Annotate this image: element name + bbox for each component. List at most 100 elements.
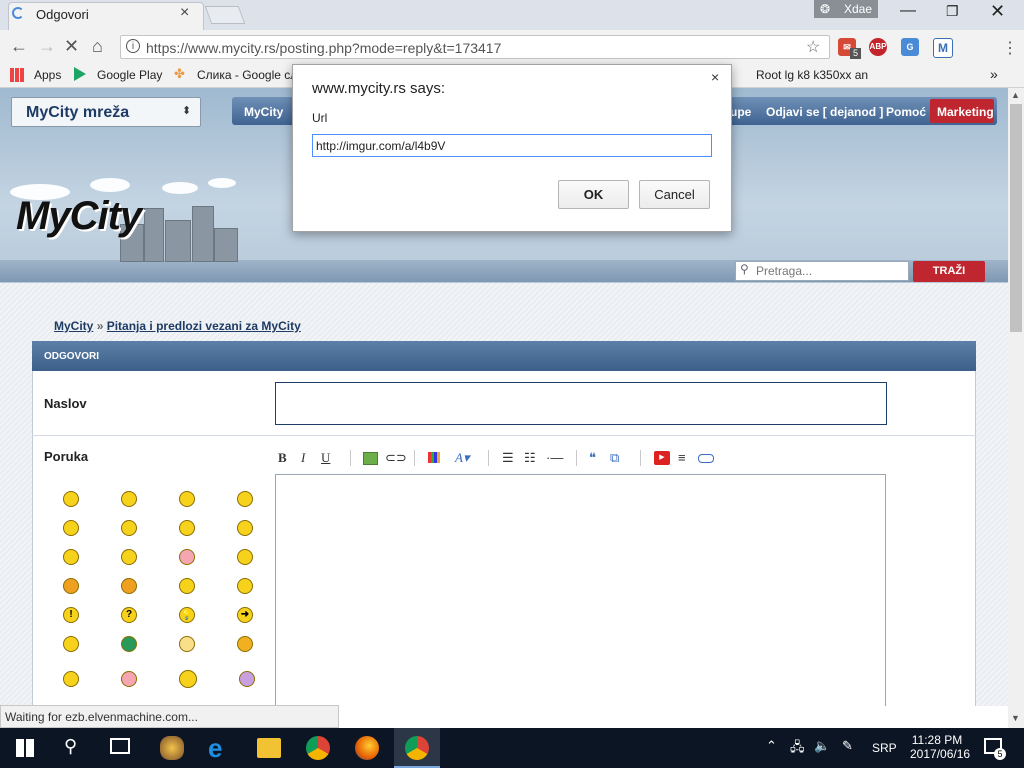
smiley-icon[interactable] <box>121 636 137 652</box>
bookmark-root-lg[interactable]: Root lg k8 k350xx an <box>756 68 868 82</box>
smiley-icon[interactable] <box>179 520 195 536</box>
align-center-icon[interactable]: ≡ <box>678 450 686 465</box>
message-textarea[interactable] <box>275 474 886 706</box>
horizontal-rule-icon[interactable]: ·— <box>546 450 563 465</box>
nav-groups[interactable]: upe <box>730 105 751 119</box>
clock[interactable]: 11:28 PM 2017/06/16 <box>910 733 970 761</box>
chrome-active-icon[interactable] <box>405 736 429 760</box>
nav-logout[interactable]: Odjavi se [ dejanod ] <box>766 105 883 119</box>
smiley-icon[interactable] <box>179 549 195 565</box>
bookmark-google-images[interactable]: Слика - Google сл <box>197 68 297 82</box>
chrome-icon[interactable] <box>306 736 330 760</box>
adblock-icon[interactable]: ABP <box>869 38 887 56</box>
spoiler-icon[interactable] <box>698 454 714 463</box>
smiley-icon[interactable] <box>237 578 253 594</box>
arrow-icon[interactable]: ➜ <box>237 607 253 623</box>
new-tab-button[interactable] <box>204 6 246 24</box>
translate-icon[interactable]: G <box>901 38 919 56</box>
dialog-close-icon[interactable]: × <box>711 69 719 85</box>
smiley-icon[interactable] <box>121 520 137 536</box>
idea-icon[interactable]: 💡 <box>179 607 195 623</box>
smiley-icon[interactable] <box>179 670 197 688</box>
smiley-icon[interactable] <box>121 578 137 594</box>
subject-input[interactable] <box>275 382 887 425</box>
home-icon[interactable]: ⌂ <box>92 36 103 57</box>
search-taskbar-icon[interactable]: ⚲ <box>64 736 77 757</box>
bookmark-google-play[interactable]: Google Play <box>97 68 162 82</box>
paint-app-icon[interactable] <box>160 736 184 760</box>
breadcrumb-home[interactable]: MyCity <box>54 319 93 333</box>
smiley-icon[interactable] <box>179 636 195 652</box>
smiley-icon[interactable] <box>121 671 137 687</box>
smiley-icon[interactable] <box>179 491 195 507</box>
smiley-icon[interactable] <box>63 636 79 652</box>
tab-close-icon[interactable]: × <box>180 4 189 22</box>
pen-icon[interactable]: ✎ <box>842 738 853 754</box>
youtube-icon[interactable]: ▶ <box>654 451 670 465</box>
link-icon[interactable]: ⊂⊃ <box>385 450 407 466</box>
breadcrumb-separator: » <box>96 319 104 333</box>
smiley-icon[interactable] <box>63 491 79 507</box>
bullet-list-icon[interactable]: ☰ <box>502 450 514 466</box>
numbered-list-icon[interactable]: ☷ <box>524 450 536 466</box>
stop-loading-icon[interactable]: ✕ <box>64 36 79 57</box>
smiley-icon[interactable] <box>121 491 137 507</box>
italic-button[interactable]: I <box>301 450 305 466</box>
network-icon[interactable]: 🖧 <box>790 738 805 760</box>
smiley-icon[interactable] <box>237 636 253 652</box>
image-icon[interactable] <box>363 452 378 465</box>
bookmarks-overflow[interactable]: » <box>990 66 998 82</box>
smiley-icon[interactable] <box>237 549 253 565</box>
menu-icon[interactable]: ⋮ <box>1002 38 1018 58</box>
edge-browser-icon[interactable]: e <box>208 735 232 761</box>
scrollbar-thumb[interactable] <box>1010 104 1022 332</box>
breadcrumb: MyCity » Pitanja i predlozi vezani za My… <box>54 319 301 333</box>
windows-start-icon[interactable] <box>16 739 34 757</box>
color-picker-icon[interactable] <box>428 452 440 463</box>
font-icon[interactable]: A▾ <box>455 450 469 466</box>
exclamation-icon[interactable]: ! <box>63 607 79 623</box>
bold-button[interactable]: B <box>278 450 287 466</box>
scroll-up-icon[interactable]: ▲ <box>1011 90 1020 100</box>
task-view-icon[interactable] <box>110 738 130 754</box>
volume-icon[interactable]: 🔈 <box>814 738 830 754</box>
dialog-ok-button[interactable]: OK <box>558 180 629 209</box>
smiley-icon[interactable] <box>179 578 195 594</box>
search-button[interactable]: TRAŽI <box>913 261 985 282</box>
google-play-icon <box>74 67 86 81</box>
site-logo[interactable]: MyCity <box>16 194 142 239</box>
smiley-icon[interactable] <box>237 491 253 507</box>
nav-help[interactable]: Pomoć <box>886 105 926 119</box>
quote-icon[interactable]: ❝ <box>589 450 596 466</box>
nav-mycity[interactable]: MyCity <box>244 105 283 119</box>
language-indicator[interactable]: SRP <box>872 741 897 755</box>
scroll-down-icon[interactable]: ▼ <box>1011 713 1020 723</box>
dialog-url-input[interactable] <box>312 134 712 157</box>
smiley-icon[interactable] <box>63 520 79 536</box>
smiley-icon[interactable] <box>63 671 79 687</box>
dialog-cancel-button[interactable]: Cancel <box>639 180 710 209</box>
bookmark-star-icon[interactable]: ☆ <box>806 37 820 57</box>
extension-m-icon[interactable]: M <box>933 38 953 58</box>
smiley-icon[interactable] <box>239 671 255 687</box>
smiley-icon[interactable] <box>121 549 137 565</box>
window-close-icon[interactable]: ✕ <box>990 1 1005 22</box>
profile-button[interactable]: ❂ Xdae <box>814 0 878 18</box>
smiley-icon[interactable] <box>63 578 79 594</box>
message-label: Poruka <box>44 449 89 464</box>
smiley-icon[interactable] <box>237 520 253 536</box>
firefox-icon[interactable] <box>355 736 379 760</box>
tray-chevron-icon[interactable]: ⌃ <box>766 738 777 754</box>
code-icon[interactable]: ⧉ <box>610 450 619 466</box>
underline-button[interactable]: U <box>321 450 330 466</box>
info-icon[interactable]: i <box>126 39 140 53</box>
back-icon[interactable]: ← <box>10 36 28 57</box>
file-explorer-icon[interactable] <box>257 738 281 758</box>
smiley-icon[interactable] <box>63 549 79 565</box>
breadcrumb-forum[interactable]: Pitanja i predlozi vezani za MyCity <box>107 319 301 333</box>
maximize-icon[interactable]: ❐ <box>946 3 959 20</box>
question-icon[interactable]: ? <box>121 607 137 623</box>
bookmark-apps[interactable]: Apps <box>34 68 61 82</box>
minimize-icon[interactable]: — <box>900 2 916 20</box>
forward-icon[interactable]: → <box>38 36 56 57</box>
